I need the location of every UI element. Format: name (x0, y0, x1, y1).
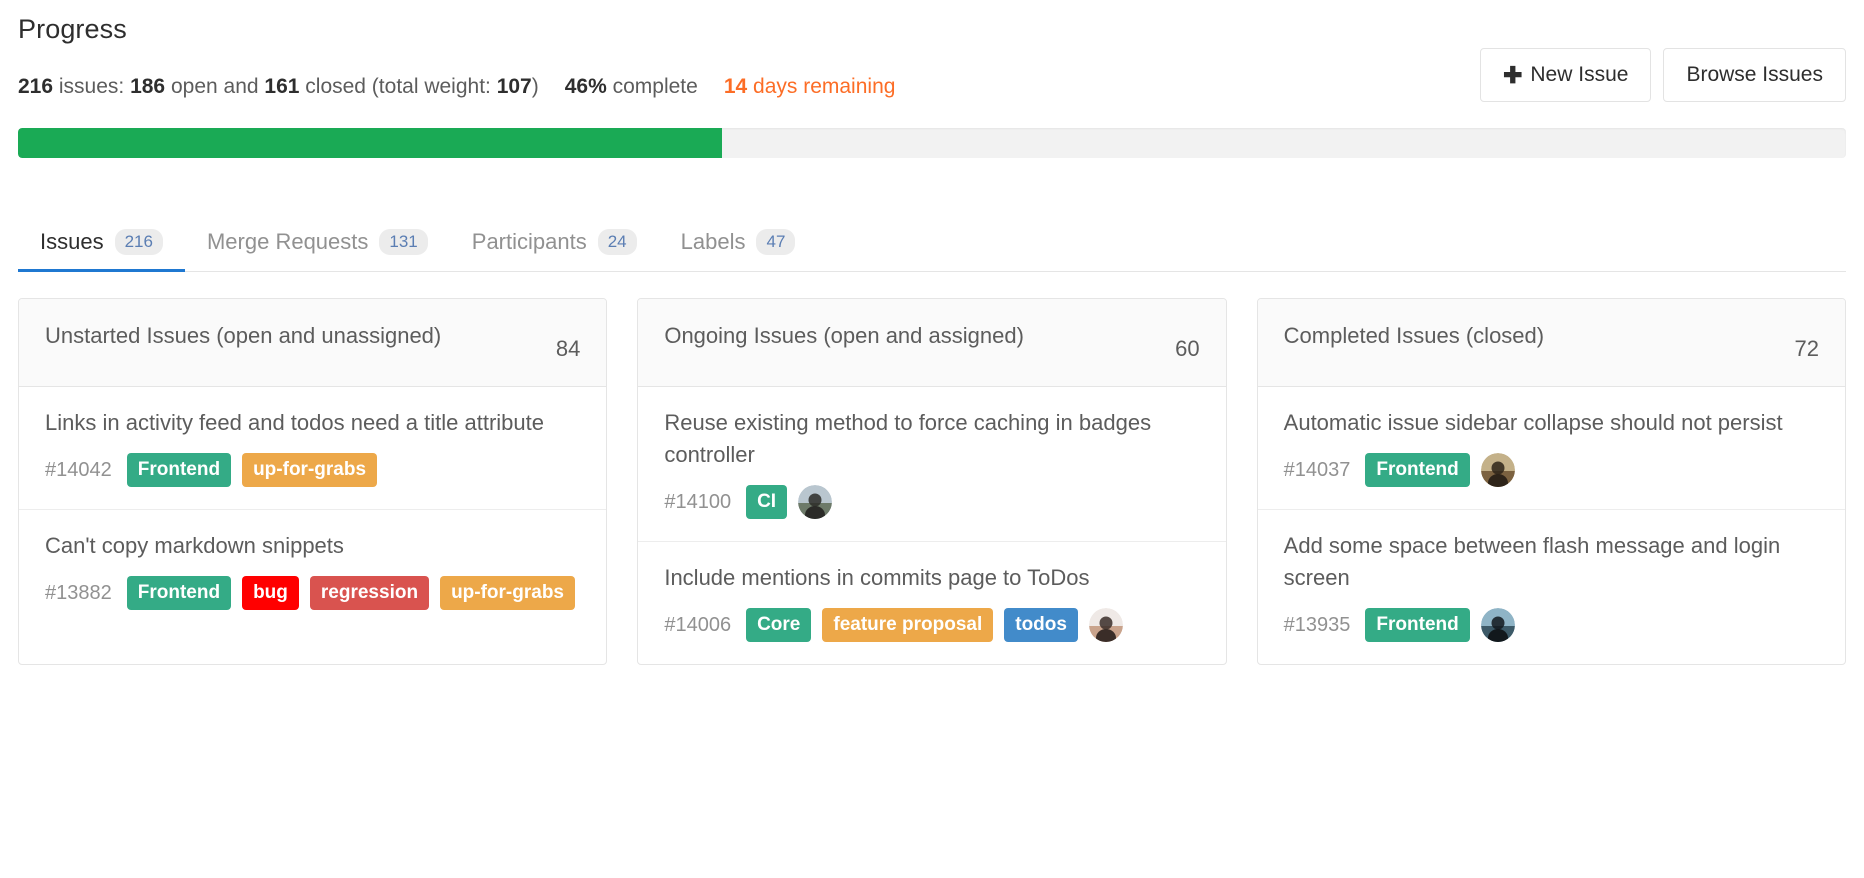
issue-counts-summary: 216 issues: 186 open and 161 closed (tot… (18, 73, 539, 101)
total-weight-value: 107 (497, 75, 532, 98)
issues-word: issues: (53, 75, 130, 98)
issue-id[interactable]: #13935 (1284, 614, 1351, 637)
tab-label: Labels (681, 229, 746, 255)
issue-meta: #14037 Frontend (1284, 453, 1819, 487)
issue-id[interactable]: #13882 (45, 582, 112, 605)
tab-count-badge: 216 (115, 229, 163, 255)
avatar-sunglasses-icon (1481, 608, 1515, 642)
issue-label-badge[interactable]: bug (242, 576, 299, 610)
issue-meta: #13882 Frontend bug regression up-for-grabs (45, 576, 580, 610)
tab-merge-requests[interactable]: Merge Requests 131 (185, 229, 450, 271)
avatar-landscape-icon (798, 485, 832, 519)
avatar-dog-icon (1481, 453, 1515, 487)
complete-word: complete (607, 75, 698, 98)
column-title: Completed Issues (closed) (1284, 321, 1544, 351)
issue-label-badge[interactable]: Core (746, 608, 811, 642)
tab-label: Issues (40, 229, 104, 255)
milestone-progress-page: Progress 216 issues: 186 open and 161 cl… (0, 12, 1864, 878)
issue-label-badge[interactable]: Frontend (127, 453, 231, 487)
days-remaining-word: days remaining (747, 75, 895, 98)
issue-meta: #14100 CI (664, 485, 1199, 519)
issue-title-link[interactable]: Can't copy markdown snippets (45, 530, 580, 562)
issue-id[interactable]: #14042 (45, 459, 112, 482)
avatar-person-portrait-icon (1089, 608, 1123, 642)
tab-count-badge: 47 (756, 229, 795, 255)
assignee-avatar[interactable] (798, 485, 832, 519)
issue-card[interactable]: Links in activity feed and todos need a … (19, 387, 606, 510)
column-count: 72 (1795, 334, 1819, 364)
tab-participants[interactable]: Participants 24 (450, 229, 659, 271)
issue-label-badge[interactable]: up-for-grabs (440, 576, 575, 610)
column-count: 60 (1175, 334, 1199, 364)
issue-meta: #13935 Frontend (1284, 608, 1819, 642)
new-issue-button[interactable]: ✚ New Issue (1480, 48, 1651, 102)
summary-row: 216 issues: 186 open and 161 closed (tot… (18, 66, 1846, 108)
plus-icon: ✚ (1503, 64, 1522, 87)
closed-issues-count: 161 (264, 75, 299, 98)
total-issues-count: 216 (18, 75, 53, 98)
issue-card[interactable]: Automatic issue sidebar collapse should … (1258, 387, 1845, 510)
progress-bar-track (18, 128, 1846, 158)
open-issues-count: 186 (130, 75, 165, 98)
issue-id[interactable]: #14006 (664, 614, 731, 637)
column-title: Ongoing Issues (open and assigned) (664, 321, 1024, 351)
issue-label-badge[interactable]: up-for-grabs (242, 453, 377, 487)
percent-complete-summary: 46% complete (565, 75, 698, 99)
issue-label-badge[interactable]: regression (310, 576, 429, 610)
weight-close-paren: ) (532, 75, 539, 98)
issue-column: Completed Issues (closed) 72 Automatic iss… (1257, 298, 1846, 665)
issue-label-badge[interactable]: todos (1004, 608, 1078, 642)
issue-card[interactable]: Include mentions in commits page to ToDo… (638, 542, 1225, 664)
column-title: Unstarted Issues (open and unassigned) (45, 321, 441, 351)
issue-label-badge[interactable]: feature proposal (822, 608, 993, 642)
tab-label: Participants (472, 229, 587, 255)
closed-word: closed (total weight: (299, 75, 496, 98)
page-title: Progress (18, 12, 1846, 46)
tab-count-badge: 24 (598, 229, 637, 255)
issue-column: Unstarted Issues (open and unassigned) 84… (18, 298, 607, 665)
issue-title-link[interactable]: Include mentions in commits page to ToDo… (664, 562, 1199, 594)
header-actions: ✚ New Issue Browse Issues (1480, 48, 1846, 102)
issue-title-link[interactable]: Links in activity feed and todos need a … (45, 407, 580, 439)
new-issue-button-label: New Issue (1530, 61, 1628, 89)
progress-bar-fill (18, 128, 722, 158)
open-word: open and (165, 75, 264, 98)
issue-title-link[interactable]: Add some space between flash message and… (1284, 530, 1819, 594)
tab-bar: Issues 216 Merge Requests 131 Participants 24… (18, 210, 1846, 272)
percent-complete-value: 46% (565, 75, 607, 98)
days-remaining-summary: 14 days remaining (724, 75, 896, 99)
tab-issues[interactable]: Issues 216 (18, 229, 185, 271)
issue-card[interactable]: Add some space between flash message and… (1258, 510, 1845, 664)
column-count: 84 (556, 334, 580, 364)
issue-columns: Unstarted Issues (open and unassigned) 84… (18, 298, 1846, 665)
issue-title-link[interactable]: Automatic issue sidebar collapse should … (1284, 407, 1819, 439)
tab-count-badge: 131 (379, 229, 427, 255)
assignee-avatar[interactable] (1481, 608, 1515, 642)
assignee-avatar[interactable] (1089, 608, 1123, 642)
issue-meta: #14006 Core feature proposal todos (664, 608, 1199, 642)
issue-column: Ongoing Issues (open and assigned) 60 Reus… (637, 298, 1226, 665)
issue-card[interactable]: Reuse existing method to force caching i… (638, 387, 1225, 542)
browse-issues-button[interactable]: Browse Issues (1663, 48, 1846, 102)
issue-label-badge[interactable]: Frontend (127, 576, 231, 610)
tab-labels[interactable]: Labels 47 (659, 229, 818, 271)
assignee-avatar[interactable] (1481, 453, 1515, 487)
issue-title-link[interactable]: Reuse existing method to force caching i… (664, 407, 1199, 471)
issue-card[interactable]: Can't copy markdown snippets #13882 Fronte… (19, 510, 606, 632)
column-header: Unstarted Issues (open and unassigned) 84 (19, 299, 606, 387)
issue-meta: #14042 Frontend up-for-grabs (45, 453, 580, 487)
issue-label-badge[interactable]: Frontend (1365, 453, 1469, 487)
browse-issues-button-label: Browse Issues (1686, 61, 1823, 89)
issue-label-badge[interactable]: Frontend (1365, 608, 1469, 642)
days-remaining-value: 14 (724, 75, 747, 98)
issue-id[interactable]: #14100 (664, 491, 731, 514)
column-header: Completed Issues (closed) 72 (1258, 299, 1845, 387)
column-header: Ongoing Issues (open and assigned) 60 (638, 299, 1225, 387)
issue-id[interactable]: #14037 (1284, 459, 1351, 482)
tab-label: Merge Requests (207, 229, 368, 255)
issue-label-badge[interactable]: CI (746, 485, 787, 519)
